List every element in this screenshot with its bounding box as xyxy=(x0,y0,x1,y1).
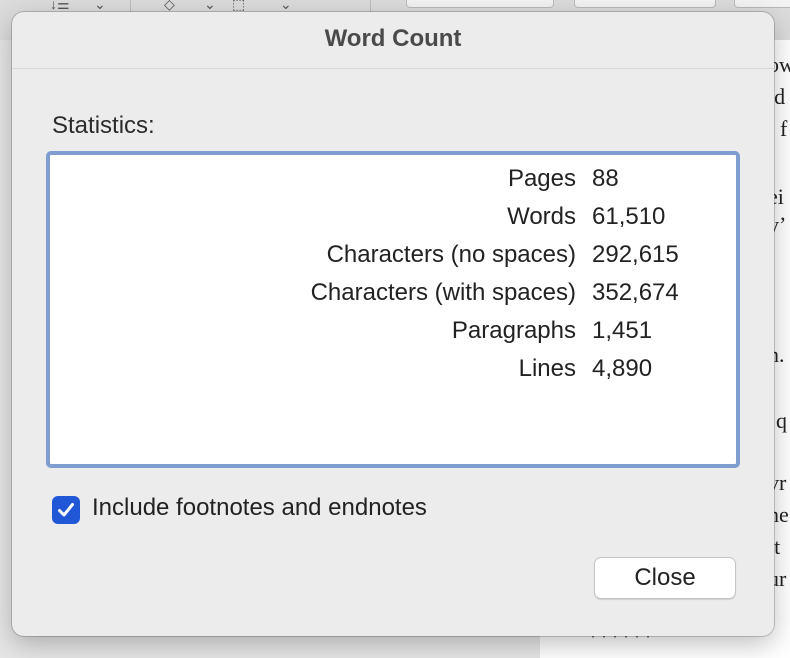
stat-row-characters-no-spaces: Characters (no spaces) 292,615 xyxy=(50,241,736,271)
stat-value: 292,615 xyxy=(592,241,679,268)
stat-row-words: Words 61,510 xyxy=(50,203,736,233)
stat-label: Words xyxy=(507,203,576,230)
style-gallery-item[interactable] xyxy=(406,0,554,8)
stat-label: Characters (no spaces) xyxy=(326,241,576,268)
stat-value: 352,674 xyxy=(592,279,679,306)
stat-label: Lines xyxy=(518,355,576,382)
style-gallery-item[interactable] xyxy=(734,0,790,8)
stat-row-characters-with-spaces: Characters (with spaces) 352,674 xyxy=(50,279,736,309)
word-count-dialog: Word Count Statistics: Pages 88 Words 61… xyxy=(12,12,774,636)
dialog-title: Word Count xyxy=(324,25,462,52)
stat-row-paragraphs: Paragraphs 1,451 xyxy=(50,317,736,347)
include-footnotes-checkbox[interactable] xyxy=(52,496,80,524)
include-footnotes-label[interactable]: Include footnotes and endnotes xyxy=(92,494,427,522)
stat-label: Pages xyxy=(507,165,576,192)
stat-label: Paragraphs xyxy=(451,317,576,344)
toolbar-divider xyxy=(130,0,131,12)
stat-value: 88 xyxy=(592,165,619,192)
stat-row-lines: Lines 4,890 xyxy=(50,355,736,385)
checkmark-icon xyxy=(58,503,74,517)
stat-label: Characters (with spaces) xyxy=(310,279,576,306)
statistics-box: Pages 88 Words 61,510 Characters (no spa… xyxy=(46,151,740,468)
document-text-fragment: q xyxy=(776,408,787,433)
statistics-label: Statistics: xyxy=(52,112,155,139)
close-button[interactable]: Close xyxy=(594,557,736,599)
style-gallery-item[interactable] xyxy=(574,0,716,8)
stat-value: 1,451 xyxy=(592,317,653,344)
toolbar-divider xyxy=(370,0,371,12)
document-text-fragment: f xyxy=(780,116,788,141)
stat-row-pages: Pages 88 xyxy=(50,165,736,195)
dialog-titlebar[interactable]: Word Count xyxy=(12,12,774,69)
stat-value: 4,890 xyxy=(592,355,653,382)
stat-value: 61,510 xyxy=(592,203,666,230)
